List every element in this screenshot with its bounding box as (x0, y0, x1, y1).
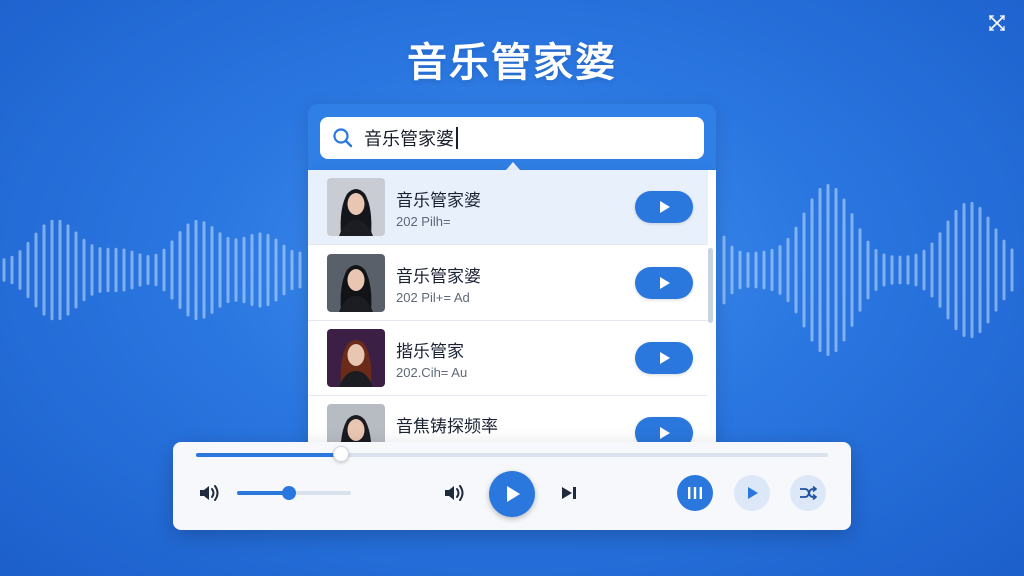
row-play-button[interactable] (635, 417, 693, 442)
next-button[interactable] (558, 483, 580, 503)
row-play-button[interactable] (635, 191, 693, 223)
player-bar (173, 442, 851, 530)
text-caret (456, 127, 458, 149)
song-subtitle: 202 Pil+= Ad (396, 290, 470, 305)
song-title: 音焦铸探频率 (396, 417, 498, 437)
result-row[interactable]: 音乐管家婆 202 Pilh= (308, 170, 708, 245)
search-query: 音乐管家婆 (364, 129, 454, 150)
play-button[interactable] (489, 471, 535, 517)
play-icon (660, 352, 670, 364)
search-results-list: 音乐管家婆 202 Pilh= 音乐管家婆 202 Pil+= Ad 揩乐管家 202.… (308, 170, 716, 442)
skip-next-icon (562, 487, 576, 499)
results-scrollbar[interactable] (708, 248, 713, 323)
mute-button[interactable] (442, 482, 468, 504)
play-small-button[interactable] (734, 475, 770, 511)
play-icon (507, 486, 520, 502)
row-play-button[interactable] (635, 267, 693, 299)
song-title: 音乐管家婆 (396, 267, 481, 287)
play-icon (660, 427, 670, 439)
volume-icon (200, 485, 219, 501)
song-subtitle: 202 Pilh= (396, 214, 451, 229)
progress-bar[interactable] (196, 446, 828, 462)
progress-fill (196, 453, 342, 457)
progress-knob[interactable] (333, 446, 350, 462)
album-thumbnail (327, 254, 385, 312)
album-thumbnail (327, 178, 385, 236)
play-icon (660, 277, 670, 289)
album-thumbnail (327, 329, 385, 387)
result-row[interactable]: 音焦铸探频率202 Cih= Ad (308, 396, 708, 442)
play-icon (660, 201, 670, 213)
pause-bars-icon (688, 487, 702, 499)
pause-button[interactable] (677, 475, 713, 511)
shuffle-button[interactable] (790, 475, 826, 511)
search-icon (333, 128, 353, 148)
result-row[interactable]: 揩乐管家 202.Cih= Au (308, 321, 708, 396)
shuffle-icon (800, 485, 818, 501)
app-title: 音乐管家婆 (407, 40, 617, 86)
album-thumbnail (327, 404, 385, 442)
play-icon (748, 487, 758, 499)
search-panel: 音乐管家婆 (308, 104, 716, 174)
song-title: 揩乐管家 (396, 342, 464, 362)
volume-slider[interactable] (237, 486, 351, 500)
result-row[interactable]: 音乐管家婆 202 Pil+= Ad (308, 246, 708, 321)
row-play-button[interactable] (635, 342, 693, 374)
volume-knob[interactable] (282, 486, 297, 500)
volume-icon (445, 485, 464, 501)
song-title: 音乐管家婆 (396, 191, 481, 211)
volume-button[interactable] (197, 482, 223, 504)
search-input[interactable]: 音乐管家婆 (320, 117, 704, 159)
dropdown-pointer (506, 162, 520, 170)
song-subtitle: 202.Cih= Au (396, 365, 468, 380)
